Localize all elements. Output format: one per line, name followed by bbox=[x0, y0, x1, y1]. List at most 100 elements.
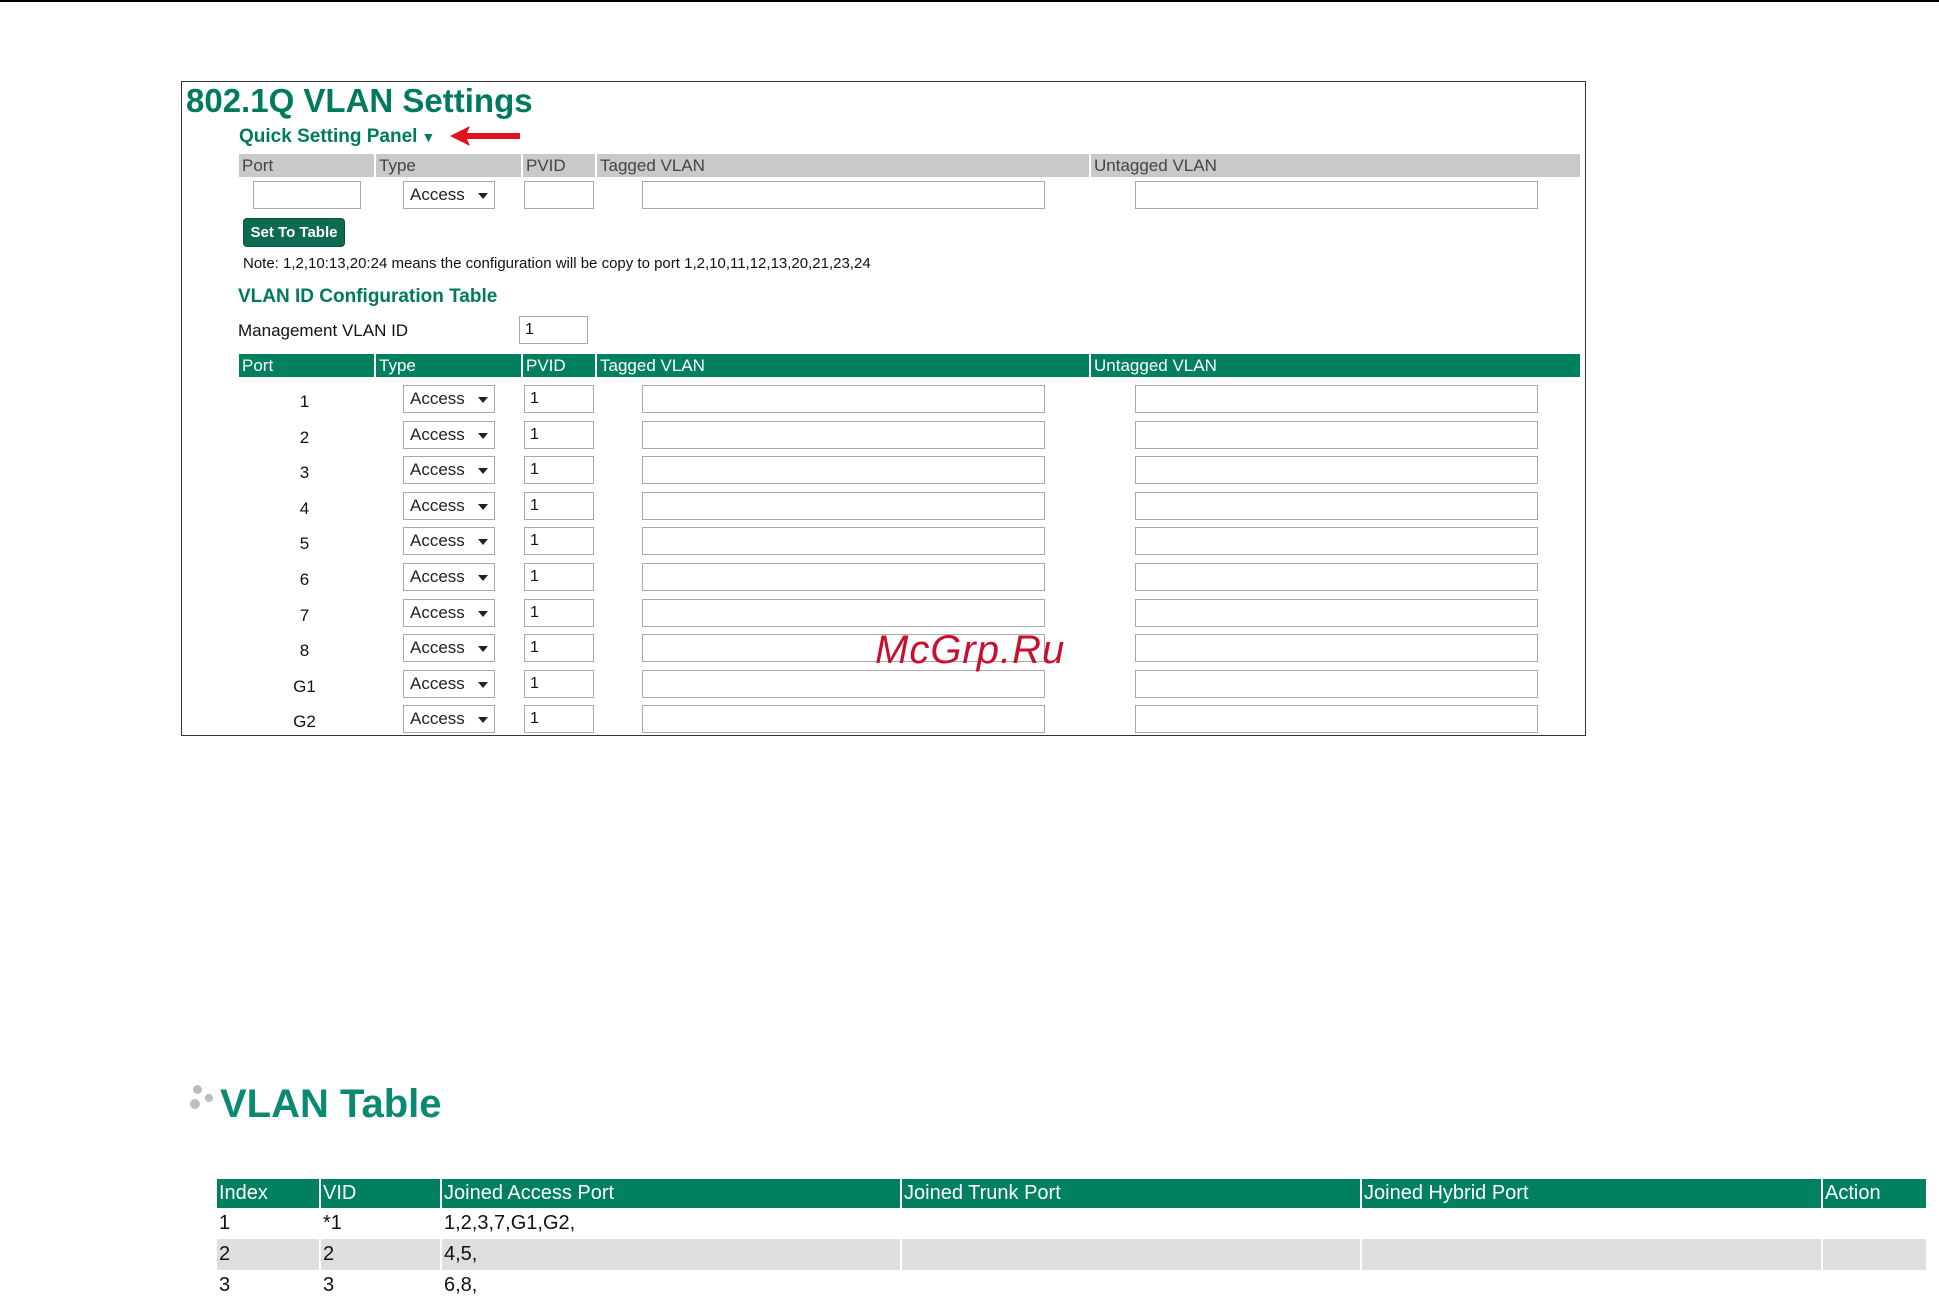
caret-down-icon bbox=[478, 193, 488, 199]
port-label: 7 bbox=[299, 605, 310, 625]
tagged-vlan-input[interactable] bbox=[642, 598, 1045, 627]
config-row: 3 Access bbox=[239, 456, 1580, 491]
tagged-vlan-input[interactable] bbox=[642, 456, 1045, 485]
range-note: Note: 1,2,10:13,20:24 means the configur… bbox=[243, 255, 871, 272]
port-label: G2 bbox=[293, 712, 316, 732]
pvid-input[interactable] bbox=[524, 563, 594, 591]
caret-down-icon bbox=[478, 503, 488, 510]
quick-tagged-vlan-input[interactable] bbox=[642, 181, 1045, 209]
pvid-input[interactable] bbox=[524, 598, 594, 627]
untagged-vlan-input[interactable] bbox=[1135, 598, 1538, 627]
col-port: Port bbox=[242, 156, 274, 175]
set-to-table-button[interactable]: Set To Table bbox=[243, 218, 345, 247]
quick-port-input[interactable] bbox=[253, 181, 361, 209]
pvid-input[interactable] bbox=[524, 705, 594, 734]
type-select[interactable]: Access bbox=[403, 563, 495, 591]
vlan-table-col-3: Joined Trunk Port bbox=[900, 1179, 1361, 1208]
type-select[interactable]: Access bbox=[403, 705, 495, 734]
tagged-vlan-input[interactable] bbox=[642, 385, 1045, 413]
caret-down-icon bbox=[478, 397, 488, 403]
tagged-vlan-input[interactable] bbox=[642, 420, 1045, 449]
table-cell: 1,2,3,7,G1,G2, bbox=[440, 1208, 901, 1239]
col-type: Type bbox=[374, 354, 521, 377]
caret-down-icon bbox=[478, 646, 488, 653]
tagged-vlan-input[interactable] bbox=[642, 669, 1045, 698]
triangle-down-icon: ▼ bbox=[421, 129, 436, 145]
tagged-vlan-input[interactable] bbox=[642, 527, 1045, 556]
pvid-input[interactable] bbox=[524, 527, 594, 556]
table-cell bbox=[1360, 1270, 1822, 1301]
table-cell bbox=[900, 1270, 1361, 1301]
quick-setting-panel-toggle[interactable]: Quick Setting Panel ▼ bbox=[239, 126, 435, 148]
config-table-header: Port Type PVID Tagged VLAN Untagged VLAN bbox=[239, 354, 1580, 377]
management-vlan-input[interactable] bbox=[519, 316, 588, 344]
untagged-vlan-input[interactable] bbox=[1135, 634, 1538, 663]
col-type: Type bbox=[374, 154, 521, 177]
port-label: 1 bbox=[299, 392, 310, 411]
page-title: 802.1Q VLAN Settings bbox=[186, 82, 533, 119]
pvid-input[interactable] bbox=[524, 385, 594, 413]
table-cell: 3 bbox=[219, 1274, 231, 1296]
untagged-vlan-input[interactable] bbox=[1135, 669, 1538, 698]
pvid-input[interactable] bbox=[524, 491, 594, 520]
pvid-input[interactable] bbox=[524, 634, 594, 663]
type-select[interactable]: Access bbox=[403, 527, 495, 556]
vlan-table-col-5: Action bbox=[1821, 1179, 1926, 1208]
untagged-vlan-input[interactable] bbox=[1135, 705, 1538, 734]
untagged-vlan-input[interactable] bbox=[1135, 563, 1538, 591]
table-cell: 1 bbox=[219, 1212, 231, 1234]
vlan-table-col-2: Joined Access Port bbox=[440, 1179, 901, 1208]
config-row: G1 Access bbox=[239, 669, 1580, 705]
vlan-table: Index VID Joined Access Port Joined Trunk P… bbox=[217, 1179, 1926, 1301]
col-tagged-vlan: Tagged VLAN bbox=[595, 154, 1089, 177]
type-select[interactable]: Access bbox=[403, 491, 495, 520]
port-label: 4 bbox=[299, 498, 310, 518]
tagged-vlan-input[interactable] bbox=[642, 563, 1045, 591]
red-arrow-pointer-icon bbox=[450, 126, 520, 146]
col-untagged-vlan: Untagged VLAN bbox=[1089, 154, 1580, 177]
config-row: 2 Access bbox=[239, 420, 1580, 456]
table-cell: 2 bbox=[319, 1239, 441, 1270]
tagged-vlan-input[interactable] bbox=[642, 705, 1045, 734]
quick-type-select[interactable]: Access bbox=[403, 181, 495, 209]
caret-down-icon bbox=[478, 539, 488, 546]
table-cell: 4,5, bbox=[440, 1239, 901, 1270]
table-cell: 6,8, bbox=[440, 1270, 901, 1301]
untagged-vlan-input[interactable] bbox=[1135, 527, 1538, 556]
type-select[interactable]: Access bbox=[403, 669, 495, 698]
type-select[interactable]: Access bbox=[403, 456, 495, 485]
port-label: 6 bbox=[299, 570, 310, 589]
management-vlan-label: Management VLAN ID bbox=[238, 321, 409, 340]
untagged-vlan-input[interactable] bbox=[1135, 456, 1538, 485]
config-row: 1 Access bbox=[239, 385, 1580, 420]
untagged-vlan-input[interactable] bbox=[1135, 491, 1538, 520]
pvid-input[interactable] bbox=[524, 420, 594, 449]
config-row: 4 Access bbox=[239, 491, 1580, 527]
caret-down-icon bbox=[478, 468, 488, 475]
tagged-vlan-input[interactable] bbox=[642, 491, 1045, 520]
config-row: 5 Access bbox=[239, 527, 1580, 562]
vlan-table-title: VLAN Table bbox=[220, 1082, 442, 1126]
config-row: G2 Access bbox=[239, 705, 1580, 740]
quick-pvid-input[interactable] bbox=[524, 181, 594, 209]
caret-down-icon bbox=[478, 432, 488, 439]
table-cell bbox=[1821, 1270, 1926, 1301]
quick-panel-input-row: Access bbox=[239, 181, 1580, 216]
type-select[interactable]: Access bbox=[403, 598, 495, 627]
quick-setting-panel-title: Quick Setting Panel bbox=[239, 126, 418, 147]
table-row: 2 2 4,5, bbox=[217, 1239, 1926, 1270]
untagged-vlan-input[interactable] bbox=[1135, 385, 1538, 413]
table-row: 1 *1 1,2,3,7,G1,G2, bbox=[217, 1208, 1926, 1239]
untagged-vlan-input[interactable] bbox=[1135, 420, 1538, 449]
pvid-input[interactable] bbox=[524, 456, 594, 485]
type-select[interactable]: Access bbox=[403, 420, 495, 449]
type-select[interactable]: Access bbox=[403, 385, 495, 413]
port-label: 8 bbox=[299, 641, 310, 661]
type-select[interactable]: Access bbox=[403, 634, 495, 663]
col-pvid: PVID bbox=[521, 354, 595, 377]
table-row: 3 3 6,8, bbox=[217, 1270, 1926, 1301]
pvid-input[interactable] bbox=[524, 669, 594, 698]
col-pvid: PVID bbox=[521, 154, 595, 177]
table-cell bbox=[1360, 1239, 1822, 1270]
quick-untagged-vlan-input[interactable] bbox=[1135, 181, 1538, 209]
